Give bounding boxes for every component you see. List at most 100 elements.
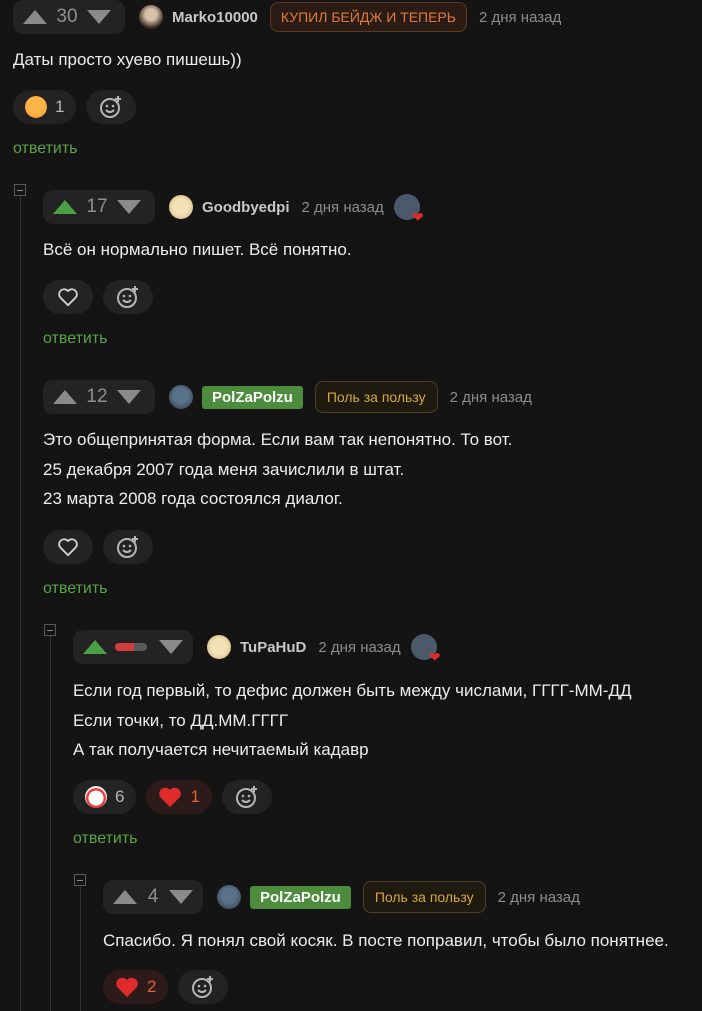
heart-outline-icon — [58, 288, 78, 307]
timestamp[interactable]: 2 дня назад — [450, 389, 532, 406]
reaction-bar — [43, 280, 153, 314]
rating-score: 30 — [56, 6, 78, 27]
rating-control: 12 — [43, 380, 155, 414]
reaction-laughing[interactable]: 1 — [13, 90, 77, 124]
comment-line: Если точки, то ДД.ММ.ГГГГ — [73, 710, 289, 730]
heart-outline-icon — [58, 538, 78, 557]
reaction-bar: 1 — [13, 90, 137, 124]
reply-link[interactable]: ответить — [43, 330, 108, 348]
rating-control — [73, 630, 193, 664]
rating-score: 4 — [147, 886, 159, 907]
comment-line: Если год первый, то дефис должен быть ме… — [73, 681, 632, 700]
user-badge: Поль за пользу — [362, 881, 486, 913]
clown-face-icon — [85, 786, 107, 808]
heart-icon — [159, 787, 182, 807]
comment-text: Даты просто хуево пишешь)) — [13, 45, 242, 75]
thread-line — [80, 886, 81, 1011]
reaction-bar: 6 1 — [73, 780, 272, 814]
reply-link[interactable]: ответить — [43, 580, 108, 598]
comment-line: 25 декабря 2007 года меня зачислили в шт… — [43, 459, 405, 479]
user-badge: Поль за пользу — [314, 381, 438, 413]
rating-control: 30 — [13, 0, 125, 34]
add-reaction-button[interactable] — [103, 280, 153, 314]
reaction-count: 2 — [147, 977, 157, 996]
rating-control: 4 — [103, 880, 203, 914]
upvote-icon[interactable] — [53, 390, 77, 404]
comment-header: 12 PolZaPolzu Поль за пользу 2 дня назад — [43, 380, 532, 414]
add-reaction-button[interactable] — [178, 970, 229, 1004]
laughing-face-icon — [25, 96, 47, 118]
reaction-clown[interactable]: 6 — [73, 780, 137, 814]
heart-icon — [116, 977, 138, 997]
comment-line: А так получается нечитаемый кадавр — [73, 740, 369, 759]
avatar[interactable] — [169, 195, 193, 219]
upvote-icon[interactable] — [23, 10, 47, 24]
reaction-count: 1 — [55, 97, 65, 116]
upvote-icon[interactable] — [53, 200, 77, 214]
comment-line: Это общепринятая форма. Если вам так неп… — [43, 430, 513, 449]
comment-header: 30 Marko10000 КУПИЛ БЕЙДЖ И ТЕПЕРЬ 2 дня… — [13, 0, 561, 34]
comment-line: Спасибо. Я понял свой косяк. В посте поп… — [103, 931, 669, 950]
user-badge: КУПИЛ БЕЙДЖ И ТЕПЕРЬ — [269, 2, 467, 32]
timestamp[interactable]: 2 дня назад — [479, 9, 561, 26]
reply-link[interactable]: ответить — [73, 830, 138, 848]
comment-text: Если год первый, то дефис должен быть ме… — [73, 676, 632, 765]
author-name[interactable]: PolZaPolzu — [202, 385, 303, 409]
add-reaction-button[interactable] — [103, 530, 153, 564]
comment-line: Всё он нормально пишет. Всё понятно. — [43, 240, 352, 259]
timestamp[interactable]: 2 дня назад — [318, 639, 400, 656]
downvote-icon[interactable] — [87, 10, 111, 24]
collapse-toggle[interactable] — [14, 184, 26, 196]
reaction-count: 6 — [115, 787, 125, 806]
collapse-toggle[interactable] — [74, 874, 86, 886]
comment-text: Всё он нормально пишет. Всё понятно. — [43, 235, 352, 265]
rating-score: 17 — [86, 196, 108, 217]
add-emoji-icon — [117, 286, 138, 308]
comment-text: Спасибо. Я понял свой косяк. В посте поп… — [103, 926, 669, 956]
add-emoji-icon — [117, 536, 138, 558]
timestamp[interactable]: 2 дня назад — [498, 889, 580, 906]
reaction-heart[interactable]: 2 — [103, 970, 169, 1004]
add-reaction-button[interactable] — [86, 90, 137, 124]
comment-text: Это общепринятая форма. Если вам так неп… — [43, 425, 512, 514]
like-button[interactable] — [43, 280, 93, 314]
downvote-icon[interactable] — [159, 640, 183, 654]
author-name[interactable]: Marko10000 — [172, 9, 258, 26]
downvote-icon[interactable] — [169, 890, 193, 904]
reaction-bar — [43, 530, 153, 564]
like-button[interactable] — [43, 530, 93, 564]
comment-line: 23 марта 2008 года состоялся диалог. — [43, 489, 343, 508]
add-emoji-icon — [100, 96, 122, 118]
rating-score: 12 — [86, 386, 108, 407]
award-icon[interactable]: ❤ — [393, 194, 424, 224]
add-reaction-button[interactable] — [221, 780, 272, 814]
author-name[interactable]: Goodbyedpi — [202, 199, 290, 216]
comment-header: TuPaHuD 2 дня назад ❤ — [73, 630, 441, 664]
avatar[interactable] — [207, 635, 231, 659]
reaction-count: 1 — [190, 787, 200, 806]
award-icon[interactable]: ❤ — [410, 634, 441, 664]
collapse-toggle[interactable] — [44, 624, 56, 636]
rating-control: 17 — [43, 190, 155, 224]
add-emoji-icon — [235, 786, 257, 808]
reply-link[interactable]: ответить — [13, 140, 78, 158]
author-name[interactable]: TuPaHuD — [240, 639, 306, 656]
comment-header: 4 PolZaPolzu Поль за пользу 2 дня назад — [103, 880, 580, 914]
thread-line — [50, 636, 51, 1011]
downvote-icon[interactable] — [117, 390, 141, 404]
rating-bar-fill — [115, 643, 135, 651]
rating-bar — [115, 643, 147, 651]
downvote-icon[interactable] — [117, 200, 141, 214]
avatar[interactable] — [217, 885, 241, 909]
upvote-icon[interactable] — [113, 890, 137, 904]
add-emoji-icon — [192, 976, 214, 998]
reaction-heart[interactable]: 1 — [146, 780, 212, 814]
avatar[interactable] — [139, 5, 163, 29]
thread-line — [20, 196, 21, 1011]
author-name[interactable]: PolZaPolzu — [250, 885, 351, 909]
timestamp[interactable]: 2 дня назад — [302, 199, 384, 216]
comment-header: 17 Goodbyedpi 2 дня назад ❤ — [43, 190, 424, 224]
avatar[interactable] — [169, 385, 193, 409]
upvote-icon[interactable] — [83, 640, 107, 654]
reaction-bar: 2 — [103, 970, 229, 1004]
